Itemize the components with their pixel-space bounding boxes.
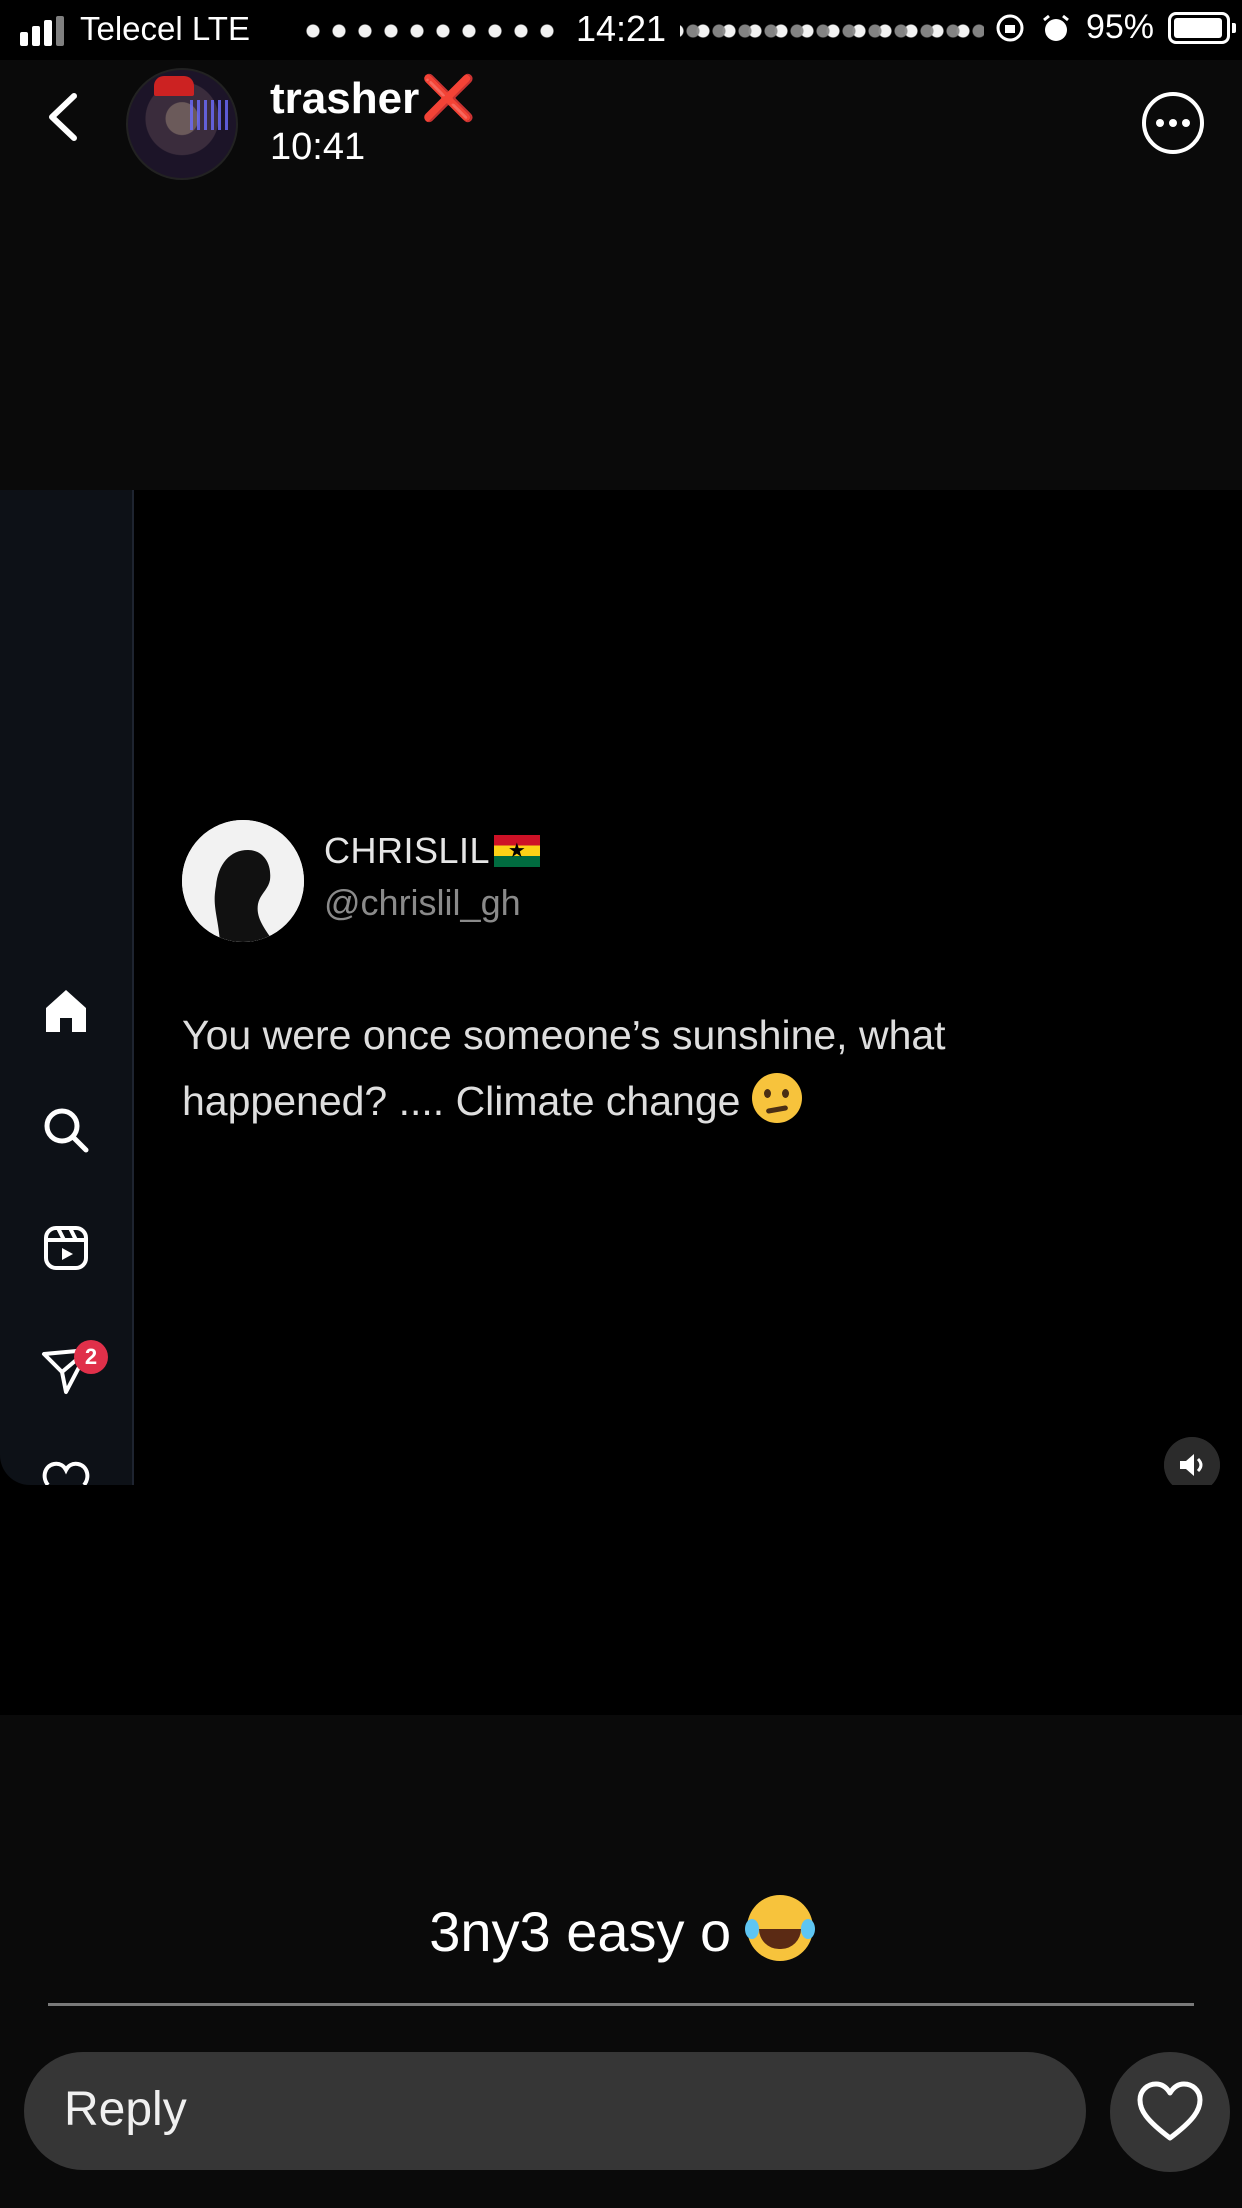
cross-mark-icon: ❌ xyxy=(421,74,476,123)
author-name-text: CHRISLIL xyxy=(324,830,491,871)
more-options-icon[interactable] xyxy=(1140,90,1206,156)
story-header: trasher❌ 10:41 xyxy=(0,60,1242,490)
heart-icon xyxy=(42,1461,90,1485)
battery-icon xyxy=(1168,11,1236,44)
rotation-lock-icon xyxy=(996,14,1024,41)
author-avatar xyxy=(182,820,304,942)
profile-avatar[interactable] xyxy=(126,68,238,180)
story-caption: 3ny3 easy o xyxy=(0,1895,1242,1964)
app-sidebar: 2 xyxy=(0,490,134,1485)
post-text-line-2: happened? .... Climate change xyxy=(182,1078,741,1124)
caption-text: 3ny3 easy o xyxy=(429,1900,732,1963)
heart-outline-icon xyxy=(1137,2081,1203,2141)
post-text-line-1: You were once someone’s sunshine, what xyxy=(182,1012,946,1058)
caption-divider xyxy=(48,2003,1194,2006)
search-icon xyxy=(44,1108,89,1153)
author-handle: @chrislil_gh xyxy=(324,882,521,923)
story-username[interactable]: trasher❌ xyxy=(270,72,476,124)
story-timestamp: 10:41 xyxy=(270,126,366,168)
alarm-icon xyxy=(1043,14,1069,41)
story-spacer xyxy=(0,1485,1242,1715)
author-name: CHRISLIL xyxy=(324,830,541,872)
reply-placeholder: Reply xyxy=(64,2083,187,2136)
back-chevron-icon[interactable] xyxy=(38,90,92,144)
username-text: trasher xyxy=(270,74,420,123)
thinking-face-icon xyxy=(751,1073,802,1123)
home-icon xyxy=(46,990,86,1032)
messages-badge: 2 xyxy=(74,1340,108,1374)
reply-input[interactable]: Reply xyxy=(24,2052,1086,2170)
like-button[interactable] xyxy=(1110,2052,1230,2172)
shared-post-screenshot: 2 CHRISLIL @chrislil_gh You were once so… xyxy=(0,490,1242,1493)
status-bar: Telecel LTE 14:21 95% xyxy=(0,0,1242,60)
post-text: You were once someone’s sunshine, what h… xyxy=(182,1002,1132,1134)
battery-percent: 95% xyxy=(1085,8,1154,46)
laughing-tears-icon xyxy=(744,1895,813,1961)
reels-icon xyxy=(44,1226,88,1270)
status-right: 95% xyxy=(983,8,1236,47)
author-silhouette-icon xyxy=(182,820,304,942)
clock: 14:21 xyxy=(561,8,681,49)
ghana-flag-icon xyxy=(494,835,541,867)
